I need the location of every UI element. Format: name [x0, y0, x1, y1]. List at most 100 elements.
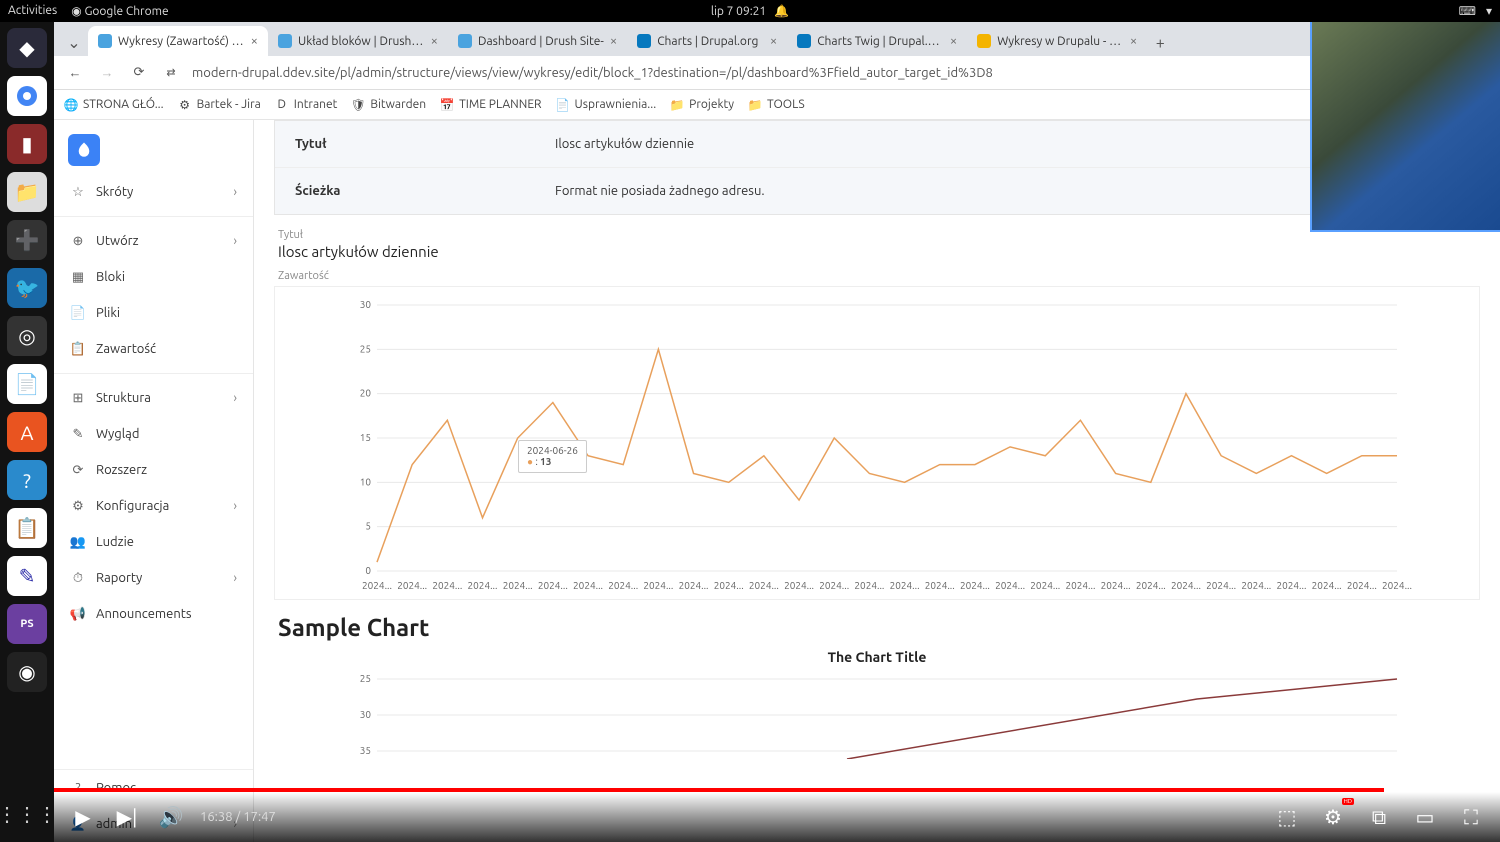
sidebar-item-struktura[interactable]: ⊞Struktura› [54, 380, 253, 416]
bookmark-label: TIME PLANNER [459, 98, 541, 111]
sidebar-item-utwórz[interactable]: ⊕Utwórz› [54, 223, 253, 259]
tab-favicon [637, 34, 651, 48]
browser-tab[interactable]: Wykresy (Zawartość) | D × [88, 26, 268, 56]
bookmarks-bar: 🌐STRONA GŁÓ... ⚙ Bartek - Jira DIntranet 🛡Bi… [54, 90, 1500, 120]
notification-icon[interactable]: 🔔 [774, 4, 789, 18]
back-button[interactable]: ← [64, 62, 86, 84]
sidebar-item-skróty[interactable]: ☆Skróty› [54, 174, 253, 210]
line-chart[interactable]: 0510152025302024...2024...2024...2024...… [285, 295, 1469, 595]
chevron-right-icon: › [233, 391, 237, 405]
sample-chart-heading: Sample Chart [278, 614, 1476, 641]
bookmark-item[interactable]: 📁Projekty [670, 98, 734, 112]
sidebar-item-bloki[interactable]: ▦Bloki [54, 259, 253, 295]
yt-volume-button[interactable]: 🔊 [156, 802, 186, 832]
dock-icon-app1[interactable]: ➕ [7, 220, 47, 260]
sidebar-item-konfiguracja[interactable]: ⚙Konfiguracja› [54, 488, 253, 524]
sidebar-item-zawartość[interactable]: 📋Zawartość [54, 331, 253, 367]
sidebar-item-raporty[interactable]: ⏱Raporty› [54, 560, 253, 596]
dock-icon-phpstorm[interactable]: PS [7, 604, 47, 644]
svg-text:35: 35 [360, 745, 371, 756]
browser-tab[interactable]: Wykresy w Drupalu - Pre× [967, 26, 1147, 56]
sidebar-item-label: Bloki [96, 270, 125, 284]
forward-button[interactable]: → [96, 62, 118, 84]
yt-subtitles-button[interactable]: ⬚ [1272, 802, 1302, 832]
svg-text:2024...: 2024... [397, 580, 427, 591]
sidebar-item-announcements[interactable]: 📢Announcements [54, 596, 253, 632]
bookmark-label: Intranet [294, 98, 338, 111]
yt-next-button[interactable]: ▶| [112, 802, 142, 832]
input-icon[interactable]: ⌨ [1459, 4, 1476, 18]
yt-settings-button[interactable]: ⚙HD [1318, 802, 1348, 832]
tab-title: Charts Twig | Drupal.org [817, 35, 944, 48]
dock-icon-gedit[interactable]: ✎ [7, 556, 47, 596]
browser-tab[interactable]: Charts Twig | Drupal.org × [787, 26, 967, 56]
svg-text:2024...: 2024... [749, 580, 779, 591]
dock-icon-files[interactable]: 📁 [7, 172, 47, 212]
sidebar-icon: ⟳ [70, 462, 86, 478]
sub-chart[interactable]: 253035 [278, 669, 1476, 759]
dock-show-apps[interactable]: ⋮⋮⋮ [7, 794, 47, 834]
bookmark-icon: ⚙ [178, 98, 192, 112]
sidebar-item-rozszerz[interactable]: ⟳Rozszerz [54, 452, 253, 488]
tab-close-icon[interactable]: × [770, 34, 777, 48]
svg-text:5: 5 [365, 521, 371, 532]
tab-favicon [797, 34, 811, 48]
tab-search-button[interactable]: ⌄ [60, 28, 88, 56]
dock-icon-chrome[interactable] [7, 76, 47, 116]
yt-miniplayer-button[interactable]: ⧉ [1364, 802, 1394, 832]
svg-text:2024...: 2024... [995, 580, 1025, 591]
sidebar-item-pliki[interactable]: 📄Pliki [54, 295, 253, 331]
yt-fullscreen-button[interactable]: ⛶ [1456, 802, 1486, 832]
bookmark-label: Bartek - Jira [197, 98, 261, 111]
address-bar[interactable]: modern-drupal.ddev.site/pl/admin/structu… [192, 66, 1362, 80]
bookmark-label: TOOLS [767, 98, 805, 111]
tab-close-icon[interactable]: × [431, 34, 438, 48]
browser-tab[interactable]: Układ bloków | Drush Sit× [268, 26, 448, 56]
dock-icon-help[interactable]: ? [7, 460, 47, 500]
app-menu[interactable]: ◉ Google Chrome [71, 4, 168, 18]
yt-time: 16:38 / 17:47 [200, 810, 276, 824]
yt-play-button[interactable]: ▶ [68, 802, 98, 832]
site-info-icon[interactable]: ⇄ [160, 62, 182, 84]
bookmark-item[interactable]: ⚙ Bartek - Jira [178, 98, 261, 112]
sidebar-item-label: Skróty [96, 185, 133, 199]
bookmark-item[interactable]: DIntranet [275, 98, 338, 112]
dock-icon-thunderbird[interactable]: 🐦 [7, 268, 47, 308]
tab-close-icon[interactable]: × [1130, 34, 1137, 48]
tab-title: Wykresy (Zawartość) | D [118, 35, 245, 48]
sidebar-item-ludzie[interactable]: 👥Ludzie [54, 524, 253, 560]
dock-icon-app2[interactable]: A [7, 412, 47, 452]
dock-icon-terminal[interactable]: ▮ [7, 124, 47, 164]
clock[interactable]: lip 7 09:21 [711, 5, 766, 18]
yt-theater-button[interactable]: ▭ [1410, 802, 1440, 832]
tab-close-icon[interactable]: × [950, 34, 957, 48]
bookmark-item[interactable]: 🛡Bitwarden [351, 98, 426, 112]
bookmark-item[interactable]: 📅TIME PLANNER [440, 98, 541, 112]
sidebar-item-label: Utwórz [96, 234, 139, 248]
dock-icon-app3[interactable]: 📋 [7, 508, 47, 548]
sidebar-item-wygląd[interactable]: ✎Wygląd [54, 416, 253, 452]
svg-text:2024...: 2024... [1171, 580, 1201, 591]
info-value-title: Ilosc artykułów dziennie [555, 137, 694, 151]
bookmark-item[interactable]: 📁TOOLS [748, 98, 805, 112]
yt-controls: ▶ ▶| 🔊 16:38 / 17:47 ⬚ ⚙HD ⧉ ▭ ⛶ [54, 792, 1500, 842]
dock-icon-rhythmbox[interactable]: ◎ [7, 316, 47, 356]
browser-tab[interactable]: Charts | Drupal.org× [627, 26, 787, 56]
dock-icon-obs[interactable]: ◉ [7, 652, 47, 692]
tab-close-icon[interactable]: × [251, 34, 258, 48]
reload-button[interactable]: ⟳ [128, 62, 150, 84]
bookmark-label: Projekty [689, 98, 734, 111]
dock-icon-obsidian[interactable]: ◆ [7, 28, 47, 68]
drupal-logo[interactable] [68, 134, 100, 166]
tab-favicon [98, 34, 112, 48]
tab-close-icon[interactable]: × [610, 34, 617, 48]
activities-button[interactable]: Activities [8, 4, 57, 18]
system-menu[interactable]: ▾ [1486, 4, 1492, 18]
dock-icon-libreoffice[interactable]: 📄 [7, 364, 47, 404]
chevron-right-icon: › [233, 234, 237, 248]
bookmark-item[interactable]: 📄Usprawnienia... [556, 98, 657, 112]
bookmark-item[interactable]: 🌐STRONA GŁÓ... [64, 98, 164, 112]
new-tab-button[interactable]: + [1147, 30, 1173, 56]
svg-text:30: 30 [360, 709, 372, 720]
browser-tab[interactable]: Dashboard | Drush Site-× [448, 26, 627, 56]
